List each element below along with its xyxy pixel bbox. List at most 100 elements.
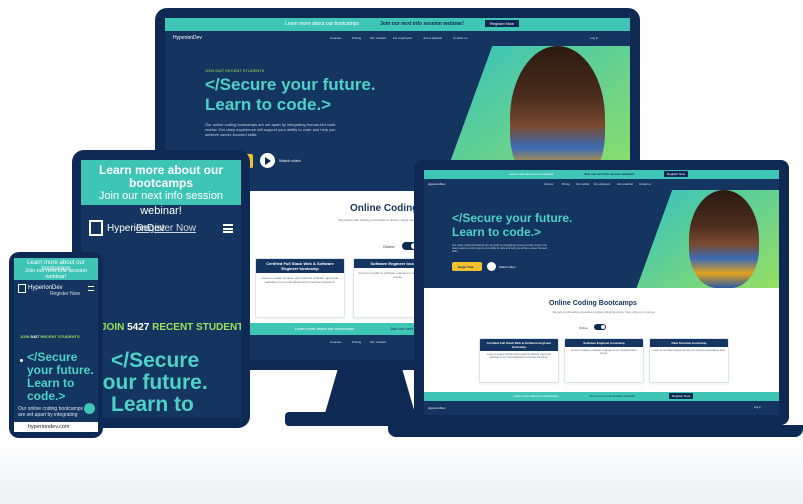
floor-reflection xyxy=(0,440,803,504)
laptop-banner-text2: Join our next info session webinar! xyxy=(584,172,635,176)
laptop-card-2-body: Go from newbie to software engineer in o… xyxy=(571,349,637,355)
laptop-bottom-nav: HyperionDev Log in xyxy=(424,401,779,415)
monitor-nav-courses[interactable]: Courses xyxy=(330,36,341,40)
laptop-hero-body: Our online coding bootcamps are set apar… xyxy=(452,244,547,253)
monitor-nav-method[interactable]: Our method xyxy=(370,36,386,40)
phone-banner-text2: Join our next info session webinar! xyxy=(24,268,88,280)
laptop-begin-trial-label: Begin Trial xyxy=(458,265,474,269)
laptop-watch-video[interactable]: Watch video xyxy=(499,265,515,269)
laptop-card-2[interactable]: Software Engineer bootcamp Go from newbi… xyxy=(564,338,644,383)
tablet-banner-line4: webinar! xyxy=(140,205,182,217)
monitor-nav-contact[interactable]: Contact us xyxy=(453,36,467,40)
tablet-headline-line1: </Secure xyxy=(111,349,200,372)
monitor-banner-text2: Join our next info session webinar! xyxy=(380,21,464,27)
phone-headline-line4: code.> xyxy=(27,389,66,403)
phone-kicker-pre: JOIN xyxy=(20,334,30,339)
laptop-nav-employers[interactable]: For employers xyxy=(594,183,610,186)
tablet-headline-line3: Learn to xyxy=(111,393,194,416)
tablet-kicker-post: RECENT STUDENTS xyxy=(152,322,241,333)
laptop-top-banner: Learn more about our bootcamps Join our … xyxy=(424,170,779,179)
monitor-nav-webinar[interactable]: Join a webinar xyxy=(423,36,442,40)
phone-url-bar[interactable]: hyperiondev.com xyxy=(14,422,98,432)
tablet-kicker-count: 5427 xyxy=(127,322,150,333)
laptop-banner-cta[interactable]: Register Now xyxy=(664,171,689,177)
monitor-kicker-count: 5427 xyxy=(215,68,225,73)
tablet-register-link[interactable]: Register Now xyxy=(136,223,196,234)
monitor-kicker-pre: JOIN xyxy=(205,68,215,73)
monitor-card-1-body: Learn to create complex and powerful sof… xyxy=(261,276,339,284)
monitor-hero-body: Our online coding bootcamps are set apar… xyxy=(205,122,336,138)
hamburger-icon[interactable] xyxy=(223,224,233,233)
monitor-bottom-nav-courses[interactable]: Courses xyxy=(330,340,341,344)
laptop-card-2-title: Software Engineer bootcamp xyxy=(565,339,643,347)
tablet-banner-line1: Learn more about our xyxy=(98,163,223,177)
phone-screen: Learn more about our bootcamps Join our … xyxy=(14,258,98,432)
phone-headline-line2: your future. xyxy=(27,363,94,377)
laptop-nav-method[interactable]: Our method xyxy=(576,183,589,186)
laptop-card-1-title: Certified Full Stack Web & Software Engi… xyxy=(480,339,558,351)
laptop-section-subtitle: We partner with leading universities to … xyxy=(552,311,656,314)
phone-register-link[interactable]: Register Now xyxy=(50,291,80,297)
laptop-play-icon[interactable] xyxy=(487,262,496,271)
laptop-nav-webinar[interactable]: Join a webinar xyxy=(617,183,633,186)
tablet-logo-mark[interactable] xyxy=(89,220,103,236)
phone-kicker-post: RECENT STUDENTS xyxy=(40,334,80,339)
phone-logo-mark[interactable] xyxy=(18,284,26,293)
phone-hero-body: Our online coding bootcamps are set apar… xyxy=(18,406,84,418)
laptop-screen: Learn more about our bootcamps Join our … xyxy=(424,170,779,415)
laptop-banner-text: Learn more about our bootcamps xyxy=(509,172,554,176)
phone-hamburger-icon[interactable] xyxy=(88,286,94,291)
monitor-banner-cta[interactable]: Register Now xyxy=(485,20,520,27)
laptop-card-3[interactable]: Data Scientist bootcamp Learn to use Dat… xyxy=(649,338,729,383)
phone-kicker: JOIN 5427 RECENT STUDENTS xyxy=(20,334,80,339)
laptop-bottom-logo[interactable]: HyperionDev xyxy=(428,406,445,410)
phone-headline-line3: Learn to xyxy=(27,376,75,390)
phone-top-banner: Learn more about our bootcamps Join our … xyxy=(14,258,98,280)
tablet-kicker-pre: JOIN xyxy=(101,322,125,333)
monitor-login[interactable]: Log in xyxy=(590,36,598,40)
monitor-bottom-nav-pricing[interactable]: Pricing xyxy=(352,340,361,344)
laptop-base xyxy=(388,425,803,437)
tablet-banner-line3: Join our next info session xyxy=(98,190,224,202)
monitor-banner-text: Learn more about our bootcamps xyxy=(285,21,359,27)
laptop: Learn more about our bootcamps Join our … xyxy=(414,160,789,425)
phone-headline-line1: </Secure xyxy=(27,350,78,364)
tablet-banner-line2: bootcamps xyxy=(128,176,193,190)
tablet-screen: Learn more about our bootcamps Join our … xyxy=(81,160,241,418)
laptop-begin-trial-button[interactable]: Begin Trial xyxy=(452,262,482,271)
phone-bullet-icon xyxy=(20,359,23,362)
monitor-watch-video[interactable]: Watch video xyxy=(279,158,301,163)
monitor-bottom-nav-method[interactable]: Our method xyxy=(370,340,386,344)
monitor-nav-employers[interactable]: For employers xyxy=(393,36,412,40)
laptop-hero: </Secure your future. Learn to code.> Ou… xyxy=(424,190,779,288)
laptop-online-toggle[interactable] xyxy=(594,324,606,330)
monitor-card-1[interactable]: Certified Full Stack Web & Software Engi… xyxy=(255,258,345,318)
laptop-bottom-login[interactable]: Log in xyxy=(754,406,761,409)
laptop-nav-pricing[interactable]: Pricing xyxy=(562,183,570,186)
laptop-person-image xyxy=(689,190,759,288)
laptop-logo[interactable]: HyperionDev xyxy=(428,182,445,186)
phone-url-text: hyperiondev.com xyxy=(28,424,70,430)
laptop-nav-contact[interactable]: Contact us xyxy=(639,183,651,186)
laptop-footer-cta[interactable]: Register Now xyxy=(669,393,694,399)
monitor-logo[interactable]: HyperionDev xyxy=(173,35,202,41)
phone-kicker-count: 5427 xyxy=(30,334,40,339)
monitor-nav: HyperionDev Courses Pricing Our method F… xyxy=(165,31,630,46)
monitor-play-icon[interactable] xyxy=(260,153,275,168)
laptop-card-1[interactable]: Certified Full Stack Web & Software Engi… xyxy=(479,338,559,383)
laptop-section-title: Online Coding Bootcamps xyxy=(549,300,637,307)
laptop-headline-line1: </Secure your future. xyxy=(452,211,573,225)
laptop-card-3-title: Data Scientist bootcamp xyxy=(650,339,728,347)
monitor-headline-line2: Learn to code.> xyxy=(205,95,332,114)
laptop-nav-courses[interactable]: Courses xyxy=(544,183,553,186)
laptop-footer-text2: Join our next info session webinar! xyxy=(589,394,636,398)
monitor-top-banner: Learn more about our bootcamps Join our … xyxy=(165,18,630,31)
tablet-kicker: JOIN 5427 RECENT STUDENTS xyxy=(101,322,241,333)
laptop-footer-text: Learn more about our bootcamps xyxy=(514,394,559,398)
monitor-nav-pricing[interactable]: Pricing xyxy=(352,36,361,40)
laptop-nav: HyperionDev Courses Pricing Our method F… xyxy=(424,179,779,190)
monitor-card-1-title: Certified Full Stack Web & Software Engi… xyxy=(256,259,344,273)
phone-chat-icon[interactable] xyxy=(84,403,95,414)
monitor-toggle-label: Online xyxy=(383,244,395,249)
laptop-headline-line2: Learn to code.> xyxy=(452,225,542,239)
